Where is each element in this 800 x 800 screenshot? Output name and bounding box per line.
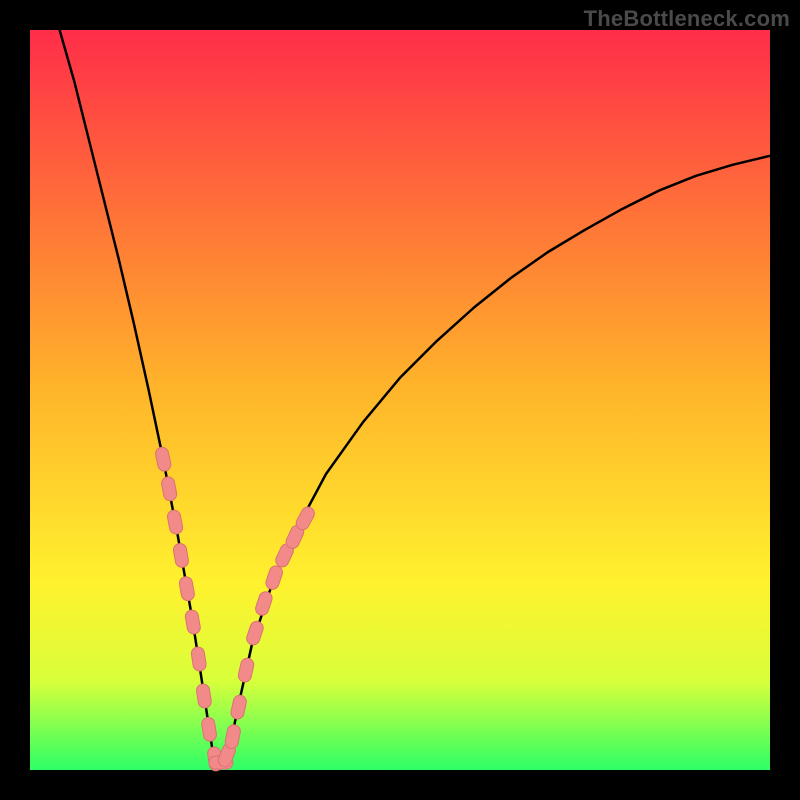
curve-layer xyxy=(30,30,770,770)
curve-marker xyxy=(196,683,212,709)
curve-marker xyxy=(237,657,255,683)
bottleneck-curve xyxy=(60,30,770,766)
plot-area xyxy=(30,30,770,770)
curve-marker xyxy=(230,694,248,720)
curve-marker xyxy=(254,590,274,617)
curve-marker xyxy=(264,564,284,591)
curve-marker xyxy=(160,476,177,502)
curve-marker xyxy=(201,716,217,742)
chart-frame: TheBottleneck.com xyxy=(0,0,800,800)
curve-marker xyxy=(154,446,172,472)
watermark-text: TheBottleneck.com xyxy=(584,6,790,32)
curve-marker xyxy=(178,576,195,602)
curve-marker xyxy=(184,609,201,635)
curve-marker xyxy=(172,542,189,568)
curve-marker xyxy=(166,509,183,535)
curve-marker xyxy=(245,620,265,647)
curve-marker xyxy=(224,724,241,750)
curve-marker xyxy=(190,646,206,672)
